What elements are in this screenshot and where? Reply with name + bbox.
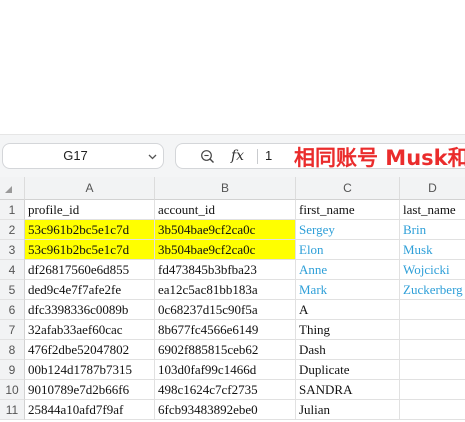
select-all-corner[interactable]	[0, 177, 25, 200]
first-name-cell[interactable]: Elon	[296, 240, 400, 260]
first-name-cell[interactable]: Sergey	[296, 220, 400, 240]
account-id-cell[interactable]: account_id	[155, 200, 296, 220]
table-row: 7 32afab33aef60cac 8b677fc4566e6149 Thing	[0, 320, 465, 340]
last-name-cell[interactable]	[400, 360, 465, 380]
last-name-cell[interactable]: Brin	[400, 220, 465, 240]
last-name-cell[interactable]	[400, 380, 465, 400]
profile-id-cell[interactable]: 53c961b2bc5e1c7d	[25, 240, 155, 260]
profile-id-cell[interactable]: 32afab33aef60cac	[25, 320, 155, 340]
account-id-cell[interactable]: ea12c5ac81bb183a	[155, 280, 296, 300]
last-name-cell[interactable]: Musk	[400, 240, 465, 260]
first-name-cell[interactable]: Anne	[296, 260, 400, 280]
profile-id-cell[interactable]: 00b124d1787b7315	[25, 360, 155, 380]
name-box[interactable]: G17	[2, 143, 164, 169]
last-name-cell[interactable]: Zuckerberg	[400, 280, 465, 300]
account-id-cell[interactable]: 6fcb93483892ebe0	[155, 400, 296, 420]
last-name-cell[interactable]	[400, 320, 465, 340]
first-name-cell[interactable]: Mark	[296, 280, 400, 300]
account-id-cell[interactable]: 498c1624c7cf2735	[155, 380, 296, 400]
name-box-value: G17	[63, 148, 88, 163]
table-row: 5 ded9c4e7f7afe2fe ea12c5ac81bb183a Mark Zuc…	[0, 280, 465, 300]
table-row: 11 25844a10afd7f9af 6fcb93483892ebe0 Julian	[0, 400, 465, 420]
last-name-cell[interactable]	[400, 400, 465, 420]
column-header-a[interactable]: A	[25, 177, 155, 200]
profile-id-cell[interactable]: 9010789e7d2b66f6	[25, 380, 155, 400]
last-name-cell[interactable]	[400, 340, 465, 360]
row-header[interactable]: 2	[0, 220, 25, 240]
last-name-cell[interactable]: Wojcicki	[400, 260, 465, 280]
row-header[interactable]: 8	[0, 340, 25, 360]
table-row: 2 53c961b2bc5e1c7d 3b504bae9cf2ca0c Sergey B…	[0, 220, 465, 240]
first-name-cell[interactable]: SANDRA	[296, 380, 400, 400]
account-id-cell[interactable]: 0c68237d15c90f5a	[155, 300, 296, 320]
table-row: 9 00b124d1787b7315 103d0faf99c1466d Duplica…	[0, 360, 465, 380]
row-header[interactable]: 7	[0, 320, 25, 340]
annotation-text: 相同账号 Musk和	[294, 146, 465, 170]
first-name-cell[interactable]: Duplicate	[296, 360, 400, 380]
column-header-b[interactable]: B	[155, 177, 296, 200]
formula-separator	[257, 149, 258, 164]
profile-id-cell[interactable]: 25844a10afd7f9af	[25, 400, 155, 420]
account-id-cell[interactable]: 3b504bae9cf2ca0c	[155, 240, 296, 260]
table-row: 8 476f2dbe52047802 6902f885815ceb62 Dash	[0, 340, 465, 360]
blank-area	[0, 0, 465, 134]
profile-id-cell[interactable]: 476f2dbe52047802	[25, 340, 155, 360]
account-id-cell[interactable]: 3b504bae9cf2ca0c	[155, 220, 296, 240]
account-id-cell[interactable]: 103d0faf99c1466d	[155, 360, 296, 380]
row-header[interactable]: 6	[0, 300, 25, 320]
row-header[interactable]: 4	[0, 260, 25, 280]
first-name-cell[interactable]: Julian	[296, 400, 400, 420]
first-name-cell[interactable]: Dash	[296, 340, 400, 360]
last-name-cell[interactable]	[400, 300, 465, 320]
select-all-icon	[5, 186, 12, 193]
table-row: 4 df26817560e6d855 fd473845b3bfba23 Anne Woj…	[0, 260, 465, 280]
table-row: 1 profile_id account_id first_name last_name	[0, 200, 465, 220]
fx-icon[interactable]: fx	[231, 145, 244, 167]
row-header[interactable]: 3	[0, 240, 25, 260]
formula-value[interactable]: 1	[265, 145, 272, 167]
table-row: 3 53c961b2bc5e1c7d 3b504bae9cf2ca0c Elon Mus…	[0, 240, 465, 260]
account-id-cell[interactable]: 8b677fc4566e6149	[155, 320, 296, 340]
table-row: 6 dfc3398336c0089b 0c68237d15c90f5a A	[0, 300, 465, 320]
row-header[interactable]: 9	[0, 360, 25, 380]
row-header[interactable]: 5	[0, 280, 25, 300]
column-header-c[interactable]: C	[296, 177, 400, 200]
last-name-cell[interactable]: last_name	[400, 200, 465, 220]
first-name-cell[interactable]: A	[296, 300, 400, 320]
profile-id-cell[interactable]: df26817560e6d855	[25, 260, 155, 280]
profile-id-cell[interactable]: profile_id	[25, 200, 155, 220]
profile-id-cell[interactable]: ded9c4e7f7afe2fe	[25, 280, 155, 300]
first-name-cell[interactable]: first_name	[296, 200, 400, 220]
account-id-cell[interactable]: fd473845b3bfba23	[155, 260, 296, 280]
table-row: 10 9010789e7d2b66f6 498c1624c7cf2735 SANDRA	[0, 380, 465, 400]
zoom-icon[interactable]	[200, 149, 215, 164]
column-header-d[interactable]: D	[400, 177, 465, 200]
chevron-down-icon[interactable]	[147, 151, 158, 162]
row-header[interactable]: 11	[0, 400, 25, 420]
profile-id-cell[interactable]: dfc3398336c0089b	[25, 300, 155, 320]
first-name-cell[interactable]: Thing	[296, 320, 400, 340]
account-id-cell[interactable]: 6902f885815ceb62	[155, 340, 296, 360]
row-header[interactable]: 1	[0, 200, 25, 220]
row-header[interactable]: 10	[0, 380, 25, 400]
profile-id-cell[interactable]: 53c961b2bc5e1c7d	[25, 220, 155, 240]
